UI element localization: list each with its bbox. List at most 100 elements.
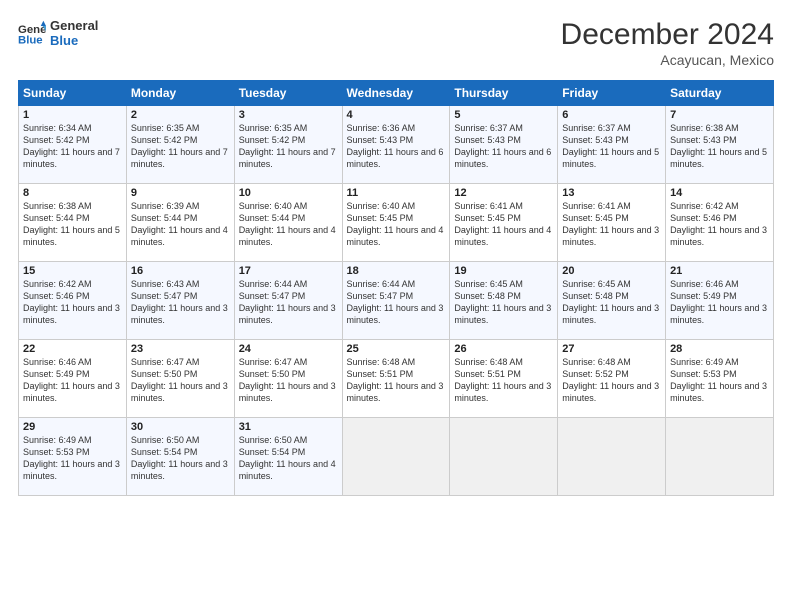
calendar-cell: 2Sunrise: 6:35 AMSunset: 5:42 PMDaylight… (126, 106, 234, 184)
day-number: 26 (454, 343, 553, 355)
cell-info: Sunrise: 6:42 AMSunset: 5:46 PMDaylight:… (23, 278, 122, 327)
cell-info: Sunrise: 6:45 AMSunset: 5:48 PMDaylight:… (562, 278, 661, 327)
day-number: 2 (131, 109, 230, 121)
cell-info: Sunrise: 6:45 AMSunset: 5:48 PMDaylight:… (454, 278, 553, 327)
day-number: 4 (347, 109, 446, 121)
calendar-cell: 23Sunrise: 6:47 AMSunset: 5:50 PMDayligh… (126, 340, 234, 418)
col-header-thursday: Thursday (450, 81, 558, 106)
col-header-saturday: Saturday (666, 81, 774, 106)
calendar-cell: 17Sunrise: 6:44 AMSunset: 5:47 PMDayligh… (234, 262, 342, 340)
calendar-cell: 25Sunrise: 6:48 AMSunset: 5:51 PMDayligh… (342, 340, 450, 418)
cell-info: Sunrise: 6:40 AMSunset: 5:44 PMDaylight:… (239, 200, 338, 249)
col-header-wednesday: Wednesday (342, 81, 450, 106)
calendar-cell (450, 418, 558, 496)
day-number: 19 (454, 265, 553, 277)
cell-info: Sunrise: 6:48 AMSunset: 5:51 PMDaylight:… (454, 356, 553, 405)
day-number: 1 (23, 109, 122, 121)
location-subtitle: Acayucan, Mexico (561, 52, 774, 68)
day-number: 12 (454, 187, 553, 199)
calendar-table: SundayMondayTuesdayWednesdayThursdayFrid… (18, 80, 774, 496)
cell-info: Sunrise: 6:44 AMSunset: 5:47 PMDaylight:… (239, 278, 338, 327)
day-number: 16 (131, 265, 230, 277)
calendar-page: General Blue General Blue December 2024 … (0, 0, 792, 612)
cell-info: Sunrise: 6:49 AMSunset: 5:53 PMDaylight:… (670, 356, 769, 405)
day-number: 30 (131, 421, 230, 433)
day-number: 6 (562, 109, 661, 121)
cell-info: Sunrise: 6:47 AMSunset: 5:50 PMDaylight:… (131, 356, 230, 405)
calendar-cell: 20Sunrise: 6:45 AMSunset: 5:48 PMDayligh… (558, 262, 666, 340)
week-row-4: 22Sunrise: 6:46 AMSunset: 5:49 PMDayligh… (19, 340, 774, 418)
day-number: 22 (23, 343, 122, 355)
cell-info: Sunrise: 6:38 AMSunset: 5:44 PMDaylight:… (23, 200, 122, 249)
calendar-cell: 21Sunrise: 6:46 AMSunset: 5:49 PMDayligh… (666, 262, 774, 340)
cell-info: Sunrise: 6:41 AMSunset: 5:45 PMDaylight:… (562, 200, 661, 249)
day-number: 31 (239, 421, 338, 433)
col-header-friday: Friday (558, 81, 666, 106)
day-number: 5 (454, 109, 553, 121)
col-header-sunday: Sunday (19, 81, 127, 106)
calendar-cell: 8Sunrise: 6:38 AMSunset: 5:44 PMDaylight… (19, 184, 127, 262)
month-title: December 2024 (561, 18, 774, 52)
calendar-cell: 1Sunrise: 6:34 AMSunset: 5:42 PMDaylight… (19, 106, 127, 184)
calendar-cell: 13Sunrise: 6:41 AMSunset: 5:45 PMDayligh… (558, 184, 666, 262)
calendar-cell: 29Sunrise: 6:49 AMSunset: 5:53 PMDayligh… (19, 418, 127, 496)
cell-info: Sunrise: 6:35 AMSunset: 5:42 PMDaylight:… (131, 122, 230, 171)
cell-info: Sunrise: 6:38 AMSunset: 5:43 PMDaylight:… (670, 122, 769, 171)
calendar-cell: 12Sunrise: 6:41 AMSunset: 5:45 PMDayligh… (450, 184, 558, 262)
day-number: 23 (131, 343, 230, 355)
day-number: 13 (562, 187, 661, 199)
title-block: December 2024 Acayucan, Mexico (561, 18, 774, 68)
cell-info: Sunrise: 6:42 AMSunset: 5:46 PMDaylight:… (670, 200, 769, 249)
cell-info: Sunrise: 6:35 AMSunset: 5:42 PMDaylight:… (239, 122, 338, 171)
cell-info: Sunrise: 6:50 AMSunset: 5:54 PMDaylight:… (239, 434, 338, 483)
calendar-cell (342, 418, 450, 496)
calendar-cell: 4Sunrise: 6:36 AMSunset: 5:43 PMDaylight… (342, 106, 450, 184)
calendar-cell: 16Sunrise: 6:43 AMSunset: 5:47 PMDayligh… (126, 262, 234, 340)
cell-info: Sunrise: 6:40 AMSunset: 5:45 PMDaylight:… (347, 200, 446, 249)
calendar-cell: 7Sunrise: 6:38 AMSunset: 5:43 PMDaylight… (666, 106, 774, 184)
day-number: 11 (347, 187, 446, 199)
calendar-cell: 30Sunrise: 6:50 AMSunset: 5:54 PMDayligh… (126, 418, 234, 496)
day-number: 21 (670, 265, 769, 277)
calendar-cell: 28Sunrise: 6:49 AMSunset: 5:53 PMDayligh… (666, 340, 774, 418)
day-number: 3 (239, 109, 338, 121)
day-number: 28 (670, 343, 769, 355)
cell-info: Sunrise: 6:36 AMSunset: 5:43 PMDaylight:… (347, 122, 446, 171)
day-number: 15 (23, 265, 122, 277)
calendar-cell: 31Sunrise: 6:50 AMSunset: 5:54 PMDayligh… (234, 418, 342, 496)
day-number: 29 (23, 421, 122, 433)
day-number: 17 (239, 265, 338, 277)
day-number: 25 (347, 343, 446, 355)
col-header-monday: Monday (126, 81, 234, 106)
calendar-cell: 10Sunrise: 6:40 AMSunset: 5:44 PMDayligh… (234, 184, 342, 262)
cell-info: Sunrise: 6:50 AMSunset: 5:54 PMDaylight:… (131, 434, 230, 483)
day-number: 18 (347, 265, 446, 277)
cell-info: Sunrise: 6:47 AMSunset: 5:50 PMDaylight:… (239, 356, 338, 405)
day-number: 20 (562, 265, 661, 277)
day-number: 24 (239, 343, 338, 355)
calendar-cell: 3Sunrise: 6:35 AMSunset: 5:42 PMDaylight… (234, 106, 342, 184)
cell-info: Sunrise: 6:37 AMSunset: 5:43 PMDaylight:… (454, 122, 553, 171)
cell-info: Sunrise: 6:43 AMSunset: 5:47 PMDaylight:… (131, 278, 230, 327)
week-row-5: 29Sunrise: 6:49 AMSunset: 5:53 PMDayligh… (19, 418, 774, 496)
calendar-cell: 22Sunrise: 6:46 AMSunset: 5:49 PMDayligh… (19, 340, 127, 418)
logo-icon: General Blue (18, 19, 46, 47)
calendar-cell: 5Sunrise: 6:37 AMSunset: 5:43 PMDaylight… (450, 106, 558, 184)
calendar-cell: 14Sunrise: 6:42 AMSunset: 5:46 PMDayligh… (666, 184, 774, 262)
header-row: SundayMondayTuesdayWednesdayThursdayFrid… (19, 81, 774, 106)
logo: General Blue General Blue (18, 18, 98, 48)
week-row-1: 1Sunrise: 6:34 AMSunset: 5:42 PMDaylight… (19, 106, 774, 184)
calendar-cell: 15Sunrise: 6:42 AMSunset: 5:46 PMDayligh… (19, 262, 127, 340)
day-number: 14 (670, 187, 769, 199)
cell-info: Sunrise: 6:39 AMSunset: 5:44 PMDaylight:… (131, 200, 230, 249)
calendar-cell: 19Sunrise: 6:45 AMSunset: 5:48 PMDayligh… (450, 262, 558, 340)
week-row-2: 8Sunrise: 6:38 AMSunset: 5:44 PMDaylight… (19, 184, 774, 262)
cell-info: Sunrise: 6:48 AMSunset: 5:51 PMDaylight:… (347, 356, 446, 405)
calendar-cell: 26Sunrise: 6:48 AMSunset: 5:51 PMDayligh… (450, 340, 558, 418)
svg-text:Blue: Blue (18, 35, 43, 47)
header: General Blue General Blue December 2024 … (18, 18, 774, 68)
cell-info: Sunrise: 6:46 AMSunset: 5:49 PMDaylight:… (670, 278, 769, 327)
calendar-cell: 27Sunrise: 6:48 AMSunset: 5:52 PMDayligh… (558, 340, 666, 418)
cell-info: Sunrise: 6:44 AMSunset: 5:47 PMDaylight:… (347, 278, 446, 327)
calendar-cell: 11Sunrise: 6:40 AMSunset: 5:45 PMDayligh… (342, 184, 450, 262)
